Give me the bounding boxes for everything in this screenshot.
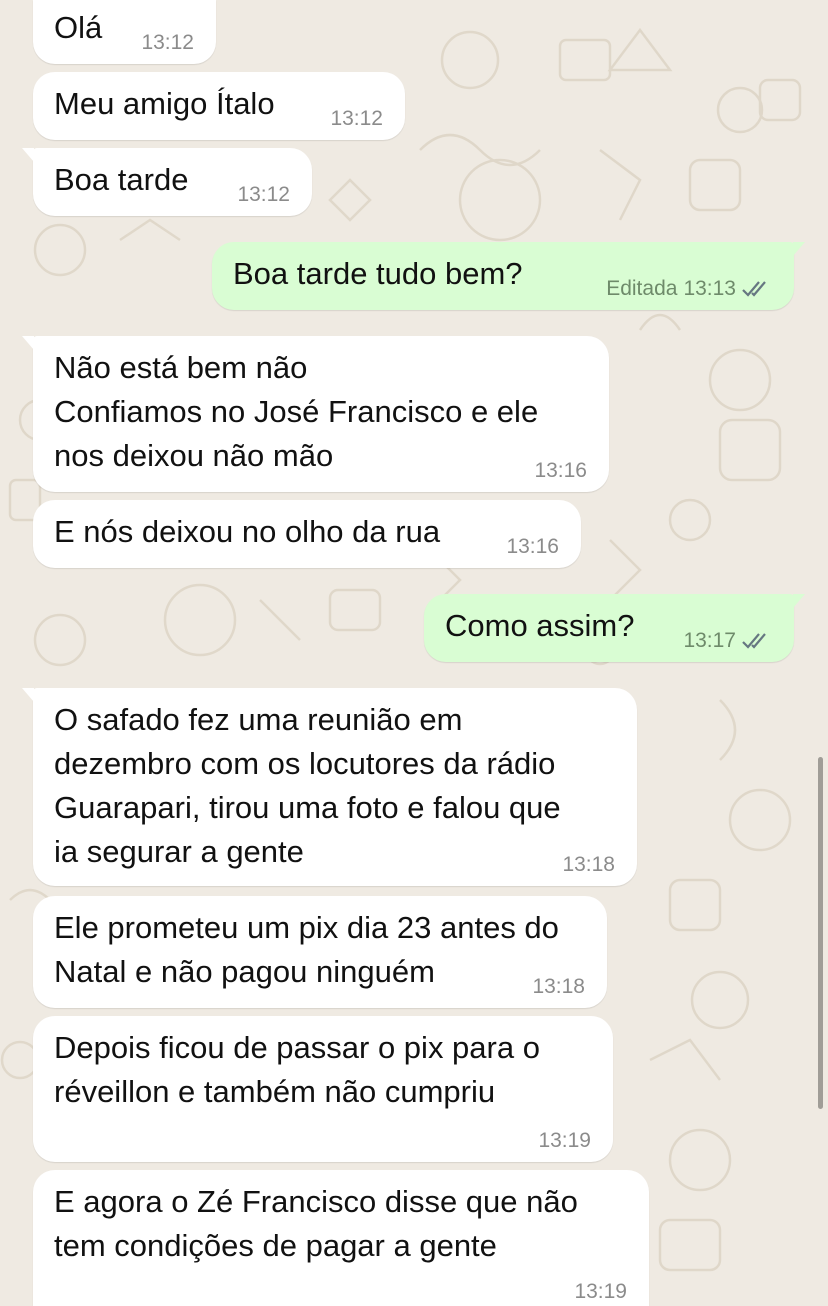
message-bubble-incoming[interactable]: Não está bem não Confiamos no José Franc…: [22, 336, 609, 492]
message-time: 13:12: [237, 183, 290, 206]
message-text: Não está bem não Confiamos no José Franc…: [54, 350, 539, 473]
message-meta: 13:12: [330, 107, 383, 131]
message-bubble-incoming[interactable]: Boa tarde 13:12: [22, 148, 312, 216]
message-bubble-incoming[interactable]: Olá 13:12: [33, 0, 216, 64]
message-meta: 13:19: [538, 1129, 591, 1153]
message-meta: Editada 13:13: [606, 277, 772, 301]
message-bubble-incoming[interactable]: E agora o Zé Francisco disse que não tem…: [33, 1170, 649, 1306]
message-time: 13:18: [532, 975, 585, 998]
message-text: O safado fez uma reunião em dezembro com…: [54, 702, 561, 869]
message-time: 13:12: [141, 31, 194, 54]
message-time: 13:17: [683, 629, 736, 652]
message-meta: 13:12: [237, 183, 290, 207]
message-meta: 13:19: [574, 1280, 627, 1304]
message-time: 13:12: [330, 107, 383, 130]
message-bubble-outgoing[interactable]: Como assim? 13:17: [424, 594, 805, 662]
message-bubble-outgoing[interactable]: Boa tarde tudo bem? Editada 13:13: [212, 242, 805, 310]
message-meta: 13:18: [562, 853, 615, 877]
message-text: Ele prometeu um pix dia 23 antes do Nata…: [54, 910, 559, 989]
message-time: 13:18: [562, 853, 615, 876]
scrollbar[interactable]: [818, 757, 823, 1109]
message-meta: 13:18: [532, 975, 585, 999]
conversation[interactable]: Olá 13:12 Meu amigo Ítalo 13:12 Boa tard…: [0, 0, 828, 1306]
message-time: 13:13: [683, 277, 736, 300]
read-double-check-icon: [742, 633, 766, 649]
message-bubble-incoming[interactable]: O safado fez uma reunião em dezembro com…: [22, 688, 637, 886]
message-bubble-incoming[interactable]: Ele prometeu um pix dia 23 antes do Nata…: [33, 896, 607, 1008]
message-bubble-incoming[interactable]: Meu amigo Ítalo 13:12: [33, 72, 405, 140]
message-text: Depois ficou de passar o pix para o réve…: [54, 1030, 540, 1109]
message-meta: 13:17: [683, 629, 772, 653]
message-time: 13:19: [538, 1129, 591, 1152]
read-double-check-icon: [742, 281, 766, 297]
edited-label: Editada: [606, 277, 678, 300]
message-meta: 13:16: [506, 535, 559, 559]
message-text: E nós deixou no olho da rua: [54, 514, 441, 549]
message-meta: 13:12: [141, 31, 194, 55]
message-bubble-incoming[interactable]: E nós deixou no olho da rua 13:16: [33, 500, 581, 568]
message-text: E agora o Zé Francisco disse que não tem…: [54, 1184, 578, 1263]
message-bubble-incoming[interactable]: Depois ficou de passar o pix para o réve…: [33, 1016, 613, 1162]
message-time: 13:19: [574, 1280, 627, 1303]
message-time: 13:16: [534, 459, 587, 482]
message-time: 13:16: [506, 535, 559, 558]
message-meta: 13:16: [534, 459, 587, 483]
